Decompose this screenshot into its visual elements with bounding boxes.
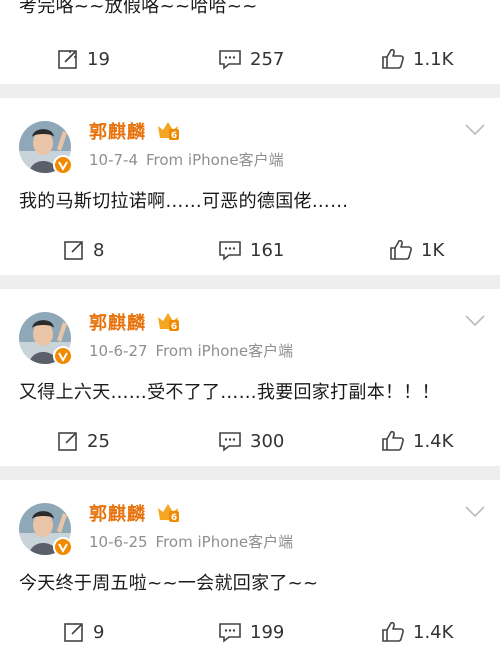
repost-count: 25 xyxy=(87,430,110,452)
comment-button[interactable]: 257 xyxy=(218,39,284,79)
post-card: 郭麒麟 6 10-6-25 From iPhone客户端 今天终于周五啦~~一会就… xyxy=(0,480,500,667)
comment-count: 300 xyxy=(250,430,285,452)
post-header: 郭麒麟 6 10-7-4 From iPhone客户端 xyxy=(0,98,500,198)
like-count: 1K xyxy=(421,239,445,261)
post-header: 郭麒麟 6 10-6-27 From iPhone客户端 xyxy=(0,289,500,389)
like-button[interactable]: 1.4K xyxy=(381,612,453,652)
comment-icon xyxy=(219,50,241,70)
post-source: From iPhone客户端 xyxy=(155,342,294,360)
repost-icon xyxy=(64,621,85,642)
like-button[interactable]: 1K xyxy=(389,230,444,270)
verified-badge-icon xyxy=(53,155,73,175)
verified-badge-icon xyxy=(53,346,73,366)
vip-level: 6 xyxy=(171,513,177,523)
repost-button[interactable]: 8 xyxy=(63,230,104,270)
like-count: 1.4K xyxy=(413,430,454,452)
like-icon xyxy=(382,430,404,451)
post-meta: 10-6-25 From iPhone客户端 xyxy=(89,531,293,552)
username[interactable]: 郭麒麟 xyxy=(89,500,146,526)
verified-badge-icon xyxy=(53,537,73,557)
post-meta: 10-7-4 From iPhone客户端 xyxy=(89,149,284,170)
username[interactable]: 郭麒麟 xyxy=(89,118,146,144)
repost-icon xyxy=(58,430,79,451)
like-icon xyxy=(382,48,404,69)
repost-icon xyxy=(64,239,85,260)
post-actions: 9 199 1.4K xyxy=(0,612,500,652)
vip-crown-icon: 6 xyxy=(158,504,179,523)
vip-crown-icon: 6 xyxy=(158,313,179,332)
repost-count: 9 xyxy=(93,621,105,643)
post-actions: 19 257 1.1K xyxy=(0,39,500,79)
post-source: From iPhone客户端 xyxy=(155,533,294,551)
comment-icon xyxy=(219,241,241,261)
like-count: 1.4K xyxy=(413,621,454,643)
post-actions: 8 161 1K xyxy=(0,230,500,270)
vip-crown-icon: 6 xyxy=(158,122,179,141)
repost-button[interactable]: 19 xyxy=(57,39,110,79)
comment-icon xyxy=(219,432,241,452)
post-header: 郭麒麟 6 10-6-25 From iPhone客户端 xyxy=(0,480,500,580)
avatar[interactable] xyxy=(19,121,73,175)
vip-level: 6 xyxy=(171,322,177,332)
repost-icon xyxy=(58,48,79,69)
post-text: 考完咯~~放假咯~~哈哈~~ xyxy=(19,0,258,17)
vip-level: 6 xyxy=(171,131,177,141)
post-card: 考完咯~~放假咯~~哈哈~~ 19 257 1.1K xyxy=(0,0,500,84)
like-icon xyxy=(390,239,412,260)
post-source: From iPhone客户端 xyxy=(146,151,284,169)
repost-count: 8 xyxy=(93,239,105,261)
comment-button[interactable]: 300 xyxy=(218,421,284,461)
chevron-down-icon[interactable] xyxy=(464,123,486,137)
like-count: 1.1K xyxy=(413,48,454,70)
post-card: 郭麒麟 6 10-7-4 From iPhone客户端 我的马斯切拉诺啊……可恶的… xyxy=(0,98,500,275)
avatar[interactable] xyxy=(19,312,73,366)
post-card: 郭麒麟 6 10-6-27 From iPhone客户端 又得上六天……受不了了…… xyxy=(0,289,500,466)
post-date: 10-6-25 xyxy=(89,533,148,551)
comment-count: 199 xyxy=(250,621,285,643)
post-date: 10-6-27 xyxy=(89,342,148,360)
chevron-down-icon[interactable] xyxy=(464,505,486,519)
like-button[interactable]: 1.4K xyxy=(381,421,453,461)
comment-count: 161 xyxy=(250,239,285,261)
avatar[interactable] xyxy=(19,503,73,557)
chevron-down-icon[interactable] xyxy=(464,314,486,328)
post-meta: 10-6-27 From iPhone客户端 xyxy=(89,340,293,361)
comment-icon xyxy=(219,623,241,643)
repost-button[interactable]: 9 xyxy=(63,612,104,652)
comment-count: 257 xyxy=(250,48,285,70)
comment-button[interactable]: 161 xyxy=(218,230,284,270)
like-icon xyxy=(382,621,404,642)
repost-button[interactable]: 25 xyxy=(57,421,110,461)
username[interactable]: 郭麒麟 xyxy=(89,309,146,335)
post-text: 又得上六天……受不了了……我要回家打副本！！！ xyxy=(19,382,440,403)
repost-count: 19 xyxy=(87,48,110,70)
post-text: 今天终于周五啦~~一会就回家了~~ xyxy=(19,573,319,594)
post-text: 我的马斯切拉诺啊……可恶的德国佬…… xyxy=(19,191,349,212)
post-date: 10-7-4 xyxy=(89,151,138,169)
like-button[interactable]: 1.1K xyxy=(381,39,453,79)
comment-button[interactable]: 199 xyxy=(218,612,284,652)
post-actions: 25 300 1.4K xyxy=(0,421,500,461)
